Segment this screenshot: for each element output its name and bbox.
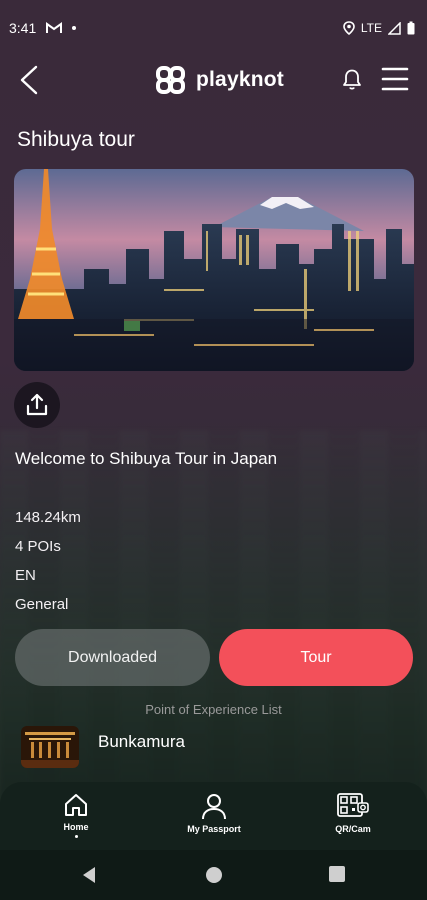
notifications-button[interactable] — [340, 66, 364, 92]
tour-distance: 148.24km — [15, 509, 81, 526]
nav-qr-cam[interactable]: QR/Cam — [308, 792, 398, 834]
downloaded-button[interactable]: Downloaded — [15, 629, 210, 686]
network-label: LTE — [360, 21, 382, 35]
qr-camera-icon — [337, 793, 369, 817]
tour-language: EN — [15, 567, 36, 584]
tour-poi-count: 4 POIs — [15, 538, 61, 555]
person-icon — [202, 794, 226, 820]
bell-icon — [343, 69, 361, 90]
system-back-icon[interactable] — [81, 866, 97, 884]
tour-title: Shibuya tour — [17, 128, 135, 151]
top-navigation: playknot — [0, 56, 427, 104]
system-navigation-bar — [0, 850, 427, 900]
playknot-logo: playknot — [154, 64, 284, 96]
status-time: 3:41 — [9, 20, 37, 36]
tour-hero-image — [14, 169, 414, 371]
logo-text: playknot — [196, 68, 284, 91]
home-icon — [65, 794, 87, 816]
active-indicator — [74, 835, 78, 838]
menu-button[interactable] — [381, 65, 409, 93]
back-button[interactable] — [16, 64, 44, 96]
location-icon — [343, 21, 355, 35]
tour-category: General — [15, 596, 69, 613]
back-arrow-icon — [20, 65, 38, 95]
bottom-navigation: Home My Passport QR/Cam — [0, 782, 427, 850]
nav-home[interactable]: Home — [31, 792, 121, 838]
status-bar: 3:41 LTE — [0, 0, 427, 56]
nav-home-label: Home — [63, 822, 89, 832]
gmail-icon — [46, 22, 63, 33]
tour-button[interactable]: Tour — [219, 629, 413, 686]
share-button[interactable] — [14, 382, 60, 428]
poi-thumbnail — [21, 726, 79, 768]
nav-my-passport[interactable]: My Passport — [169, 792, 259, 834]
playknot-logo-icon — [156, 66, 185, 94]
poi-list-heading: Point of Experience List — [145, 702, 282, 717]
nav-my-passport-label: My Passport — [187, 824, 241, 834]
tour-welcome-text: Welcome to Shibuya Tour in Japan — [15, 449, 278, 468]
nav-qr-cam-label: QR/Cam — [335, 824, 371, 834]
notification-dot-icon — [72, 26, 77, 30]
poi-name: Bunkamura — [98, 732, 185, 751]
hamburger-menu-icon — [381, 67, 409, 91]
system-recents-icon[interactable] — [329, 866, 345, 882]
signal-icon — [388, 21, 401, 35]
share-icon — [26, 393, 48, 416]
battery-icon — [407, 21, 415, 35]
system-home-icon[interactable] — [205, 866, 223, 884]
list-item[interactable]: Bunkamura — [21, 724, 411, 768]
